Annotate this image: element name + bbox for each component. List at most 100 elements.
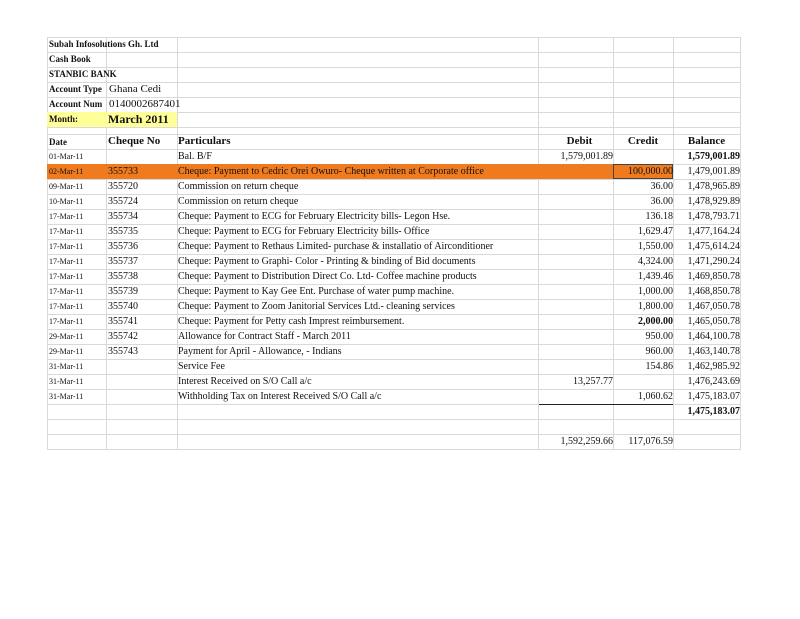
account-num-value: 0140002687401 — [109, 98, 181, 110]
row-credit: 136.18 — [645, 211, 674, 222]
account-type-row: Account Type Ghana Cedi — [47, 82, 741, 97]
row-date: 29-Mar-11 — [49, 332, 84, 341]
row-particulars: Cheque: Payment to ECG for February Elec… — [178, 211, 451, 222]
row-cheque: 355735 — [108, 226, 138, 237]
row-debit — [538, 239, 613, 254]
row-credit: 1,550.00 — [638, 241, 673, 252]
row-cheque: 355742 — [108, 331, 138, 342]
row-debit — [538, 314, 613, 329]
table-row: 17-Mar-11 355738 Cheque: Payment to Dist… — [47, 269, 741, 284]
row-cheque: 355740 — [108, 301, 138, 312]
row-debit — [538, 164, 613, 179]
table-row: 29-Mar-11 355743 Payment for April - All… — [47, 344, 741, 359]
account-num-row: Account Num 0140002687401 — [47, 97, 741, 112]
month-row: Month: March 2011 — [47, 112, 741, 127]
row-date: 29-Mar-11 — [49, 347, 84, 356]
table-row: 10-Mar-11 355724 Commission on return ch… — [47, 194, 741, 209]
row-cheque — [108, 389, 174, 404]
row-credit: 4,324.00 — [638, 256, 673, 267]
row-balance: 1,467,050.78 — [687, 301, 741, 312]
row-credit: 960.00 — [645, 346, 674, 357]
row-cheque: 355738 — [108, 271, 138, 282]
table-row: 09-Mar-11 355720 Commission on return ch… — [47, 179, 741, 194]
closing-balance-row: 1,475,183.07 — [47, 404, 741, 419]
row-balance: 1,476,243.69 — [687, 376, 741, 387]
row-credit: 1,800.00 — [638, 301, 673, 312]
row-balance: 1,463,140.78 — [687, 346, 741, 357]
row-date: 17-Mar-11 — [49, 212, 84, 221]
account-type-value: Ghana Cedi — [109, 83, 162, 95]
row-particulars: Cheque: Payment to Zoom Janitorial Servi… — [178, 301, 455, 312]
row-balance: 1,468,850.78 — [687, 286, 741, 297]
row-debit — [538, 269, 613, 284]
total-credit: 117,076.59 — [628, 436, 673, 447]
row-particulars: Payment for April - Allowance, - Indians — [178, 346, 342, 357]
row-balance: 1,479,001.89 — [687, 166, 741, 177]
bank-name-row: STANBIC BANK — [47, 67, 741, 82]
row-balance: 1,469,850.78 — [687, 271, 741, 282]
table-row: 17-Mar-11 355734 Cheque: Payment to ECG … — [47, 209, 741, 224]
row-date: 31-Mar-11 — [49, 392, 84, 401]
row-balance: 1,471,290.24 — [687, 256, 741, 267]
row-date: 17-Mar-11 — [49, 257, 84, 266]
row-date: 10-Mar-11 — [49, 197, 84, 206]
col-debit-header: Debit — [566, 135, 593, 147]
row-credit: 950.00 — [645, 331, 674, 342]
row-credit: 36.00 — [650, 181, 674, 192]
table-row: 17-Mar-11 355739 Cheque: Payment to Kay … — [47, 284, 741, 299]
row-balance: 1,579,001.89 — [687, 151, 741, 162]
row-debit — [538, 209, 613, 224]
row-cheque — [108, 359, 174, 374]
row-credit: 1,439.46 — [638, 271, 673, 282]
row-date: 17-Mar-11 — [49, 317, 84, 326]
row-debit — [538, 224, 613, 239]
row-date: 02-Mar-11 — [49, 167, 84, 176]
company-name: Subah Infosolutions Gh. Ltd — [49, 39, 159, 49]
totals-row: 1,592,259.66 117,076.59 — [47, 434, 741, 449]
table-row: 29-Mar-11 355742 Allowance for Contract … — [47, 329, 741, 344]
row-credit: 100,000.00 — [628, 166, 673, 177]
row-debit — [538, 299, 613, 314]
row-credit: 154.86 — [645, 361, 674, 372]
row-balance: 1,478,929.89 — [687, 196, 741, 207]
row-credit — [613, 374, 673, 389]
row-debit — [538, 344, 613, 359]
account-num-label: Account Num — [49, 99, 103, 109]
row-balance: 1,477,164.24 — [687, 226, 741, 237]
row-date: 17-Mar-11 — [49, 242, 84, 251]
row-particulars: Commission on return cheque — [178, 181, 299, 192]
table-row: 17-Mar-11 355741 Cheque: Payment for Pet… — [47, 314, 741, 329]
table-row: 17-Mar-11 355736 Cheque: Payment to Reth… — [47, 239, 741, 254]
row-credit — [613, 149, 673, 164]
row-debit — [538, 194, 613, 209]
row-particulars: Service Fee — [178, 361, 225, 372]
row-date: 17-Mar-11 — [49, 287, 84, 296]
bank-name: STANBIC BANK — [49, 69, 117, 79]
book-name: Cash Book — [49, 54, 91, 64]
row-cheque: 355724 — [108, 196, 138, 207]
row-particulars: Allowance for Contract Staff - March 201… — [178, 331, 351, 342]
row-cheque — [108, 149, 174, 164]
row-cheque — [108, 374, 174, 389]
row-particulars: Cheque: Payment to Rethaus Limited- purc… — [178, 241, 494, 252]
row-particulars: Cheque: Payment for Petty cash Imprest r… — [178, 316, 405, 327]
row-debit — [538, 179, 613, 194]
col-credit-header: Credit — [627, 135, 659, 147]
table-row: 31-Mar-11 Service Fee 154.86 1,462,985.9… — [47, 359, 741, 374]
row-debit: 1,579,001.89 — [560, 151, 614, 162]
table-row: 31-Mar-11 Interest Received on S/O Call … — [47, 374, 741, 389]
closing-balance: 1,475,183.07 — [687, 406, 741, 417]
empty-row — [47, 419, 741, 434]
row-cheque: 355720 — [108, 181, 138, 192]
row-credit: 36.00 — [650, 196, 674, 207]
row-particulars: Withholding Tax on Interest Received S/O… — [178, 391, 382, 402]
row-balance: 1,465,050.78 — [687, 316, 741, 327]
row-debit — [538, 284, 613, 299]
col-date-header: Date — [49, 137, 67, 147]
col-particulars-header: Particulars — [178, 135, 231, 147]
row-credit: 1,629.47 — [638, 226, 673, 237]
month-label: Month: — [47, 112, 105, 127]
row-date: 09-Mar-11 — [49, 182, 84, 191]
row-cheque: 355734 — [108, 211, 138, 222]
table-row: 31-Mar-11 Withholding Tax on Interest Re… — [47, 389, 741, 404]
